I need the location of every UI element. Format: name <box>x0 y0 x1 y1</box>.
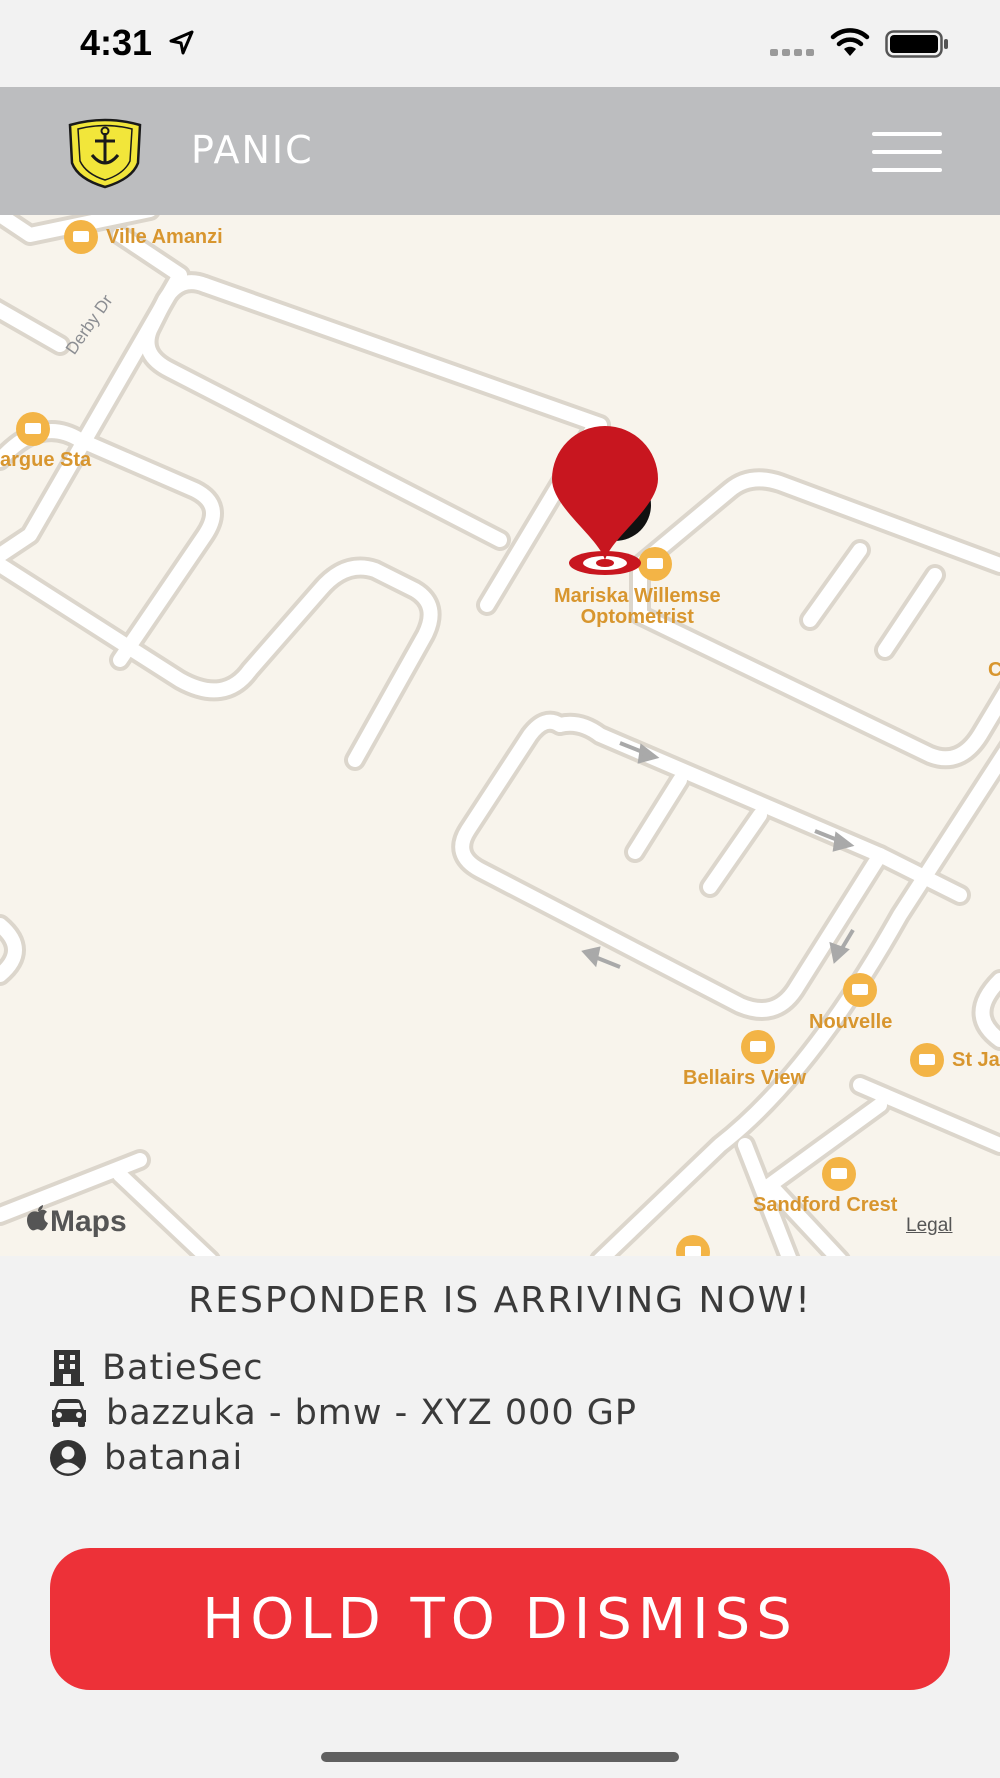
user-circle-icon <box>50 1440 86 1476</box>
poi-label[interactable]: argue Sta <box>0 450 91 471</box>
poi-label[interactable]: Ville Amanzi <box>106 227 223 248</box>
apple-logo-icon <box>27 1205 48 1231</box>
responder-name: batanai <box>104 1438 244 1478</box>
poi-label[interactable]: Bellairs View <box>683 1068 806 1089</box>
maps-attribution: Maps <box>26 1205 127 1239</box>
security-crest-logo <box>68 118 142 189</box>
vehicle-row: bazzuka - bmw - XYZ 000 GP <box>50 1391 637 1435</box>
poi-icon <box>16 412 50 446</box>
responder-company: BatieSec <box>102 1348 264 1388</box>
page-title: PANIC <box>191 128 314 172</box>
poi-label[interactable]: St Ja <box>952 1050 1000 1071</box>
hold-to-dismiss-button[interactable]: HOLD TO DISMISS <box>50 1548 950 1690</box>
app-header <box>0 87 1000 215</box>
location-pin-icon <box>552 426 658 575</box>
responder-status: RESPONDER IS ARRIVING NOW! <box>188 1280 812 1321</box>
wifi-icon <box>830 28 870 56</box>
cellular-signal-icon <box>770 49 814 56</box>
building-icon <box>50 1350 84 1386</box>
poi-label[interactable]: Mariska Willemse Optometrist <box>554 586 721 628</box>
car-icon <box>52 1399 86 1427</box>
map-view[interactable]: Ville Amanzi Derby Dr argue Sta Mariska … <box>0 215 1000 1256</box>
poi-label[interactable]: C <box>988 660 1000 681</box>
poi-icon <box>910 1043 944 1077</box>
poi-icon <box>741 1030 775 1064</box>
status-time: 4:31 <box>80 22 153 63</box>
hamburger-menu-icon[interactable] <box>872 128 946 176</box>
legal-link[interactable]: Legal <box>906 1215 953 1237</box>
map-roads <box>0 215 1000 1256</box>
dismiss-button-label: HOLD TO DISMISS <box>202 1586 798 1652</box>
poi-icon <box>822 1157 856 1191</box>
poi-label[interactable]: Sandford Crest <box>753 1195 897 1216</box>
name-row: batanai <box>50 1436 243 1480</box>
responder-vehicle: bazzuka - bmw - XYZ 000 GP <box>106 1393 638 1433</box>
poi-icon <box>843 973 877 1007</box>
location-arrow-icon <box>169 30 194 55</box>
poi-icon <box>64 220 98 254</box>
poi-label[interactable]: Nouvelle <box>809 1012 892 1033</box>
status-bar: 4:31 <box>0 0 1000 87</box>
maps-brand-label: Maps <box>50 1205 127 1238</box>
home-indicator[interactable] <box>321 1752 679 1762</box>
battery-icon <box>885 30 948 58</box>
company-row: BatieSec <box>50 1346 263 1390</box>
